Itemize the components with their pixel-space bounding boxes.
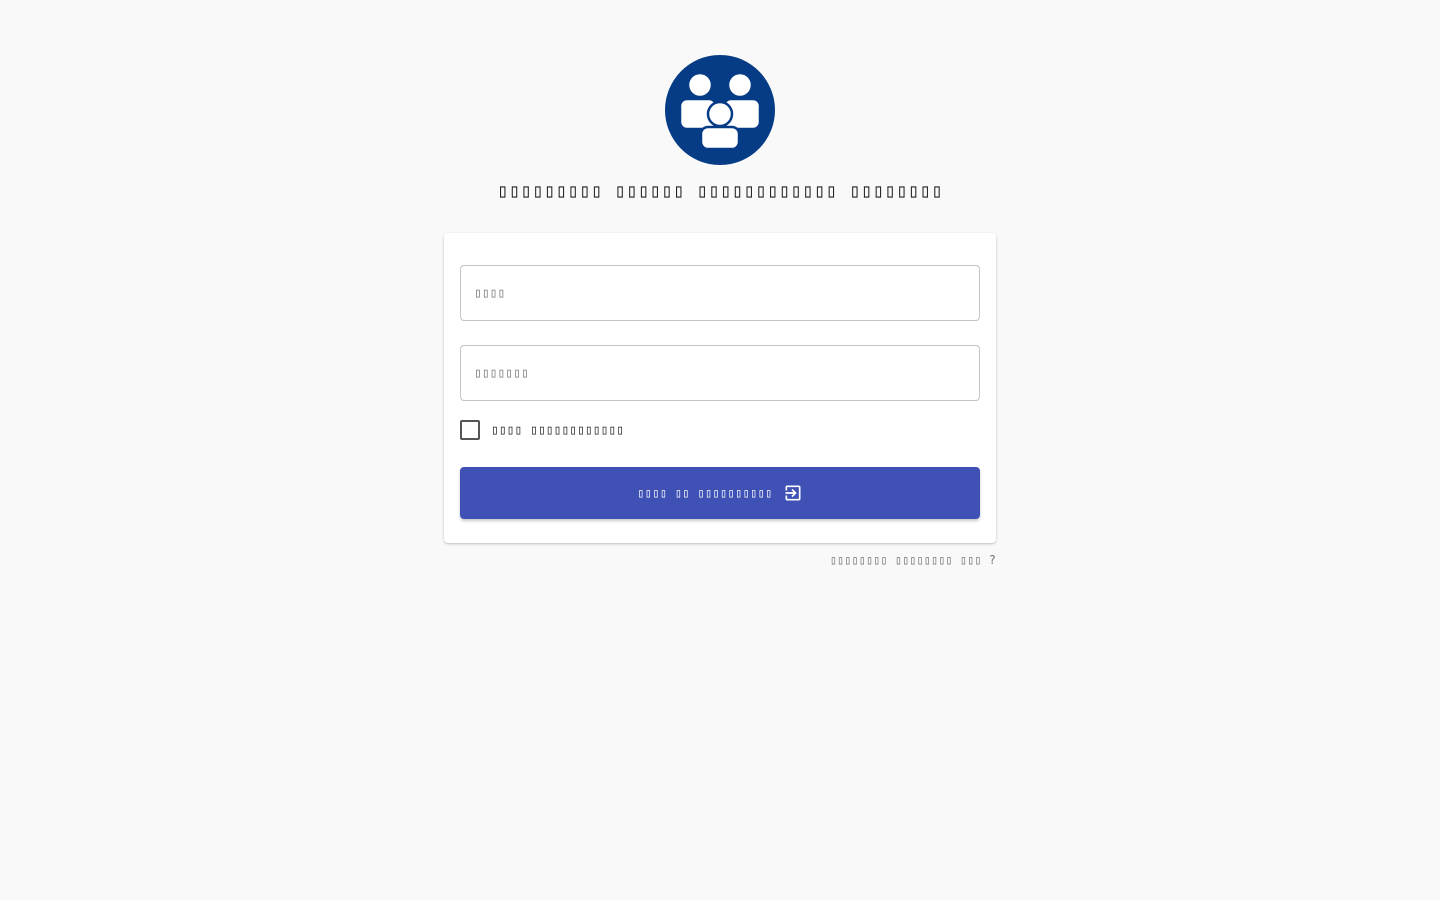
users-group-icon xyxy=(665,55,775,165)
login-button-label: ▯▯▯▯ ▯▯ ▯▯▯▯▯▯▯▯▯▯ xyxy=(637,486,773,500)
login-icon xyxy=(785,485,801,501)
username-field-wrapper xyxy=(460,265,980,321)
remember-me-label: ▯▯▯▯ ▯▯▯▯▯▯▯▯▯▯▯▯ xyxy=(491,422,625,438)
username-input[interactable] xyxy=(461,266,979,320)
remember-me-checkbox[interactable]: ▯▯▯▯ ▯▯▯▯▯▯▯▯▯▯▯▯ xyxy=(460,420,624,440)
login-page: ▯▯▯▯▯▯▯▯▯ ▯▯▯▯▯▯ ▯▯▯▯▯▯▯▯▯▯▯▯ ▯▯▯▯▯▯▯▯ ▯… xyxy=(0,0,1440,900)
page-title: ▯▯▯▯▯▯▯▯▯ ▯▯▯▯▯▯ ▯▯▯▯▯▯▯▯▯▯▯▯ ▯▯▯▯▯▯▯▯ xyxy=(496,180,944,202)
password-input[interactable] xyxy=(461,346,979,400)
password-field-wrapper xyxy=(460,345,980,401)
login-button[interactable]: ▯▯▯▯ ▯▯ ▯▯▯▯▯▯▯▯▯▯ xyxy=(460,467,980,519)
forgot-password-link[interactable]: ▯▯▯▯▯▯▯▯ ▯▯▯▯▯▯▯▯ ▯▯▯ ? xyxy=(830,553,996,567)
login-card: ▯▯▯▯ ▯▯▯▯ ▯▯▯▯▯▯▯▯ ▯▯▯▯ ▯▯ ▯▯ ▯▯ ▯▯▯▯▯▯ xyxy=(444,233,996,543)
checkbox-box[interactable] xyxy=(460,420,480,440)
